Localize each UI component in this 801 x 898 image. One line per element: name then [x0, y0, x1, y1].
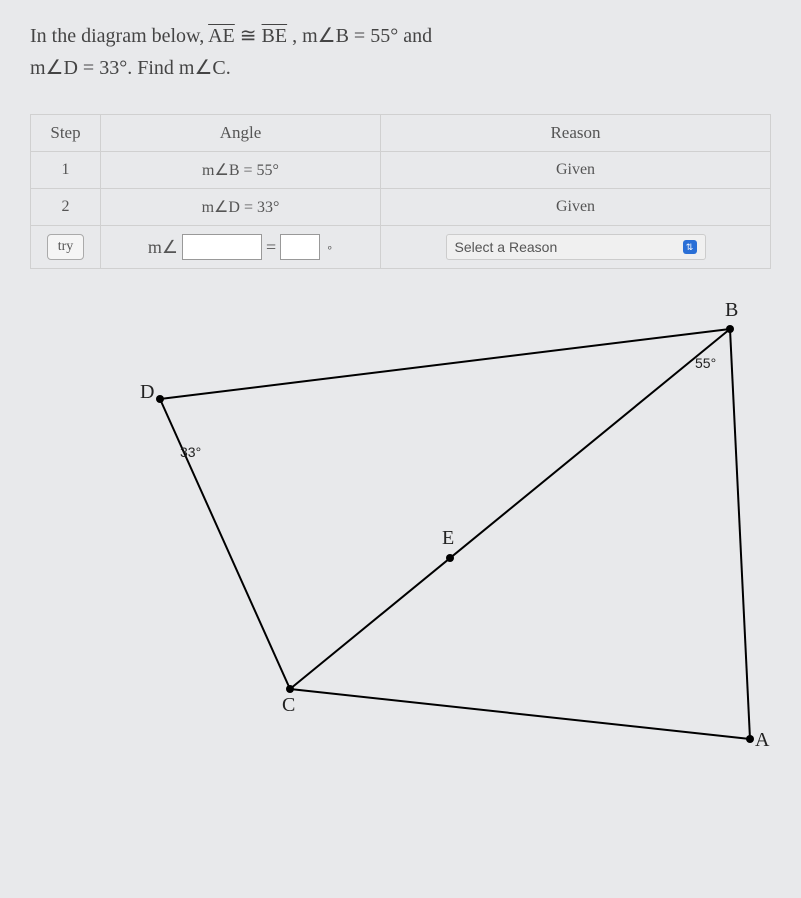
angle-name-input[interactable] [182, 234, 262, 260]
table-row: 2 m∠D = 33° Given [31, 189, 771, 226]
problem-text-2: , m∠B = 55° and [292, 25, 432, 47]
cell-reason-1: Given [381, 152, 771, 189]
cell-step-1: 1 [31, 152, 101, 189]
problem-text-1: In the diagram below, [30, 25, 208, 47]
angle-label-D: 33° [180, 444, 201, 460]
equals-sign: = [266, 237, 276, 258]
header-reason: Reason [381, 115, 771, 152]
reason-select-placeholder: Select a Reason [455, 239, 558, 255]
header-angle: Angle [101, 115, 381, 152]
reason-select[interactable]: Select a Reason ⇅ [446, 234, 706, 260]
cell-reason-try: Select a Reason ⇅ [381, 226, 771, 269]
angle-prefix: m∠ [148, 237, 178, 258]
cell-step-2: 2 [31, 189, 101, 226]
table-row: 1 m∠B = 55° Given [31, 152, 771, 189]
cell-reason-2: Given [381, 189, 771, 226]
chevron-up-down-icon: ⇅ [683, 240, 697, 254]
segment-AE: AE [208, 25, 235, 47]
try-button[interactable]: try [47, 234, 85, 260]
proof-table: Step Angle Reason 1 m∠B = 55° Given 2 m∠… [30, 114, 771, 269]
diagram-svg [30, 289, 770, 769]
point-label-B: B [725, 299, 738, 322]
cell-angle-1: m∠B = 55° [101, 152, 381, 189]
header-step: Step [31, 115, 101, 152]
congruent-symbol: ≅ [240, 25, 262, 47]
table-row-try: try m∠ = ∘ Select a Reason ⇅ [31, 226, 771, 269]
cell-angle-try: m∠ = ∘ [101, 226, 381, 269]
problem-statement: In the diagram below, AE ≅ BE , m∠B = 55… [30, 20, 771, 84]
problem-text-3: m∠D = 33°. Find m∠C. [30, 57, 231, 79]
table-header-row: Step Angle Reason [31, 115, 771, 152]
segment-BE: BE [262, 25, 288, 47]
point-label-D: D [140, 381, 154, 404]
point-label-A: A [755, 729, 769, 752]
angle-value-input[interactable] [280, 234, 320, 260]
cell-step-try: try [31, 226, 101, 269]
point-label-C: C [282, 694, 295, 717]
geometry-diagram: D B E C A 33° 55° [30, 289, 770, 769]
degree-symbol: ∘ [326, 241, 333, 254]
angle-label-B: 55° [695, 355, 716, 371]
cell-angle-2: m∠D = 33° [101, 189, 381, 226]
point-label-E: E [442, 527, 454, 550]
